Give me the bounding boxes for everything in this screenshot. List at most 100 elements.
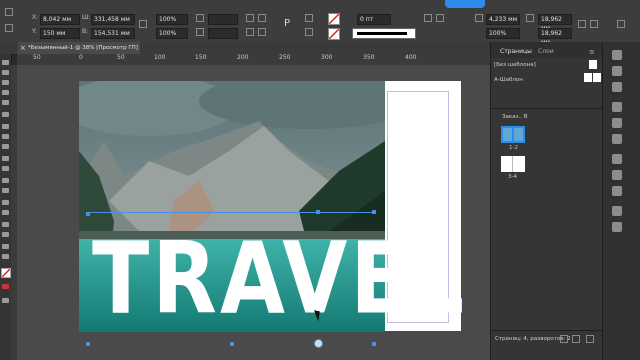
offset-field-1[interactable]: 4,233 мм <box>486 14 520 25</box>
gradient-panel-icon[interactable] <box>612 222 622 232</box>
free-transform-tool-icon[interactable] <box>2 188 9 193</box>
fill-swatch-icon[interactable] <box>328 13 340 25</box>
headline-travel[interactable]: TRAVEL <box>92 225 467 331</box>
a-master-thumb-left[interactable] <box>584 73 592 82</box>
edit-page-size-icon[interactable] <box>560 335 568 343</box>
shear-icon[interactable] <box>196 28 204 36</box>
share-button[interactable] <box>445 0 485 8</box>
align-icon[interactable] <box>590 20 598 28</box>
rotate-icon[interactable] <box>196 14 204 22</box>
ruler-tick: 250 <box>279 54 291 61</box>
text-wrap-icon[interactable] <box>526 14 534 22</box>
stroke-panel-icon[interactable] <box>612 102 622 112</box>
selection-handle[interactable] <box>230 342 234 346</box>
height-field[interactable]: 154,531 мм <box>91 28 135 39</box>
page-tool-icon[interactable] <box>2 80 9 85</box>
layers-panel-icon[interactable] <box>612 66 622 76</box>
paragraph-panel-icon[interactable] <box>612 170 622 180</box>
offset-field-3[interactable]: 18,962 мм <box>538 28 572 46</box>
a-master-label[interactable]: А-Шаблон <box>494 77 523 83</box>
spread-2-thumbnail[interactable] <box>501 156 525 172</box>
flip-horizontal-icon[interactable] <box>246 28 254 36</box>
apply-none-icon[interactable] <box>2 284 9 289</box>
document-tab[interactable]: × *Безымянный-1 @ 38% [Просмотр ГП] <box>18 42 140 54</box>
direct-selection-tool-icon[interactable] <box>2 70 9 75</box>
text-wrap-panel-icon[interactable] <box>612 186 622 196</box>
content-collector-icon[interactable] <box>2 100 9 105</box>
selection-tool-icon[interactable] <box>2 60 9 65</box>
tab-close-icon[interactable]: × <box>20 42 26 54</box>
selection-handle[interactable] <box>86 342 90 346</box>
panel-menu-icon[interactable] <box>617 20 625 28</box>
pen-tool-icon[interactable] <box>2 134 9 139</box>
spread-1-label: 1-2 <box>509 145 518 151</box>
fill-stroke-swatch-icon[interactable] <box>1 268 11 278</box>
rectangle-tool-icon[interactable] <box>2 166 9 171</box>
none-master-thumb[interactable] <box>589 60 597 69</box>
line-tool-icon[interactable] <box>2 124 9 129</box>
panel-divider <box>491 330 602 331</box>
new-page-icon[interactable] <box>572 335 580 343</box>
spread-1-thumbnail[interactable] <box>501 126 525 143</box>
zoom-tool-icon[interactable] <box>2 254 9 259</box>
effects-panel-icon[interactable] <box>612 206 622 216</box>
content-grabber-icon[interactable] <box>314 339 323 348</box>
pencil-tool-icon[interactable] <box>2 144 9 149</box>
rotate-ccw-icon[interactable] <box>258 14 266 22</box>
ruler-tick: 50 <box>117 54 125 61</box>
selection-handle[interactable] <box>372 210 376 214</box>
none-master-label[interactable]: [Без шаблона] <box>494 62 536 68</box>
gradient-tool-icon[interactable] <box>2 200 9 205</box>
constrain-proportions-icon[interactable] <box>139 20 147 28</box>
rotate-cw-icon[interactable] <box>246 14 254 22</box>
offset-field-2[interactable]: 18,962 мм <box>538 14 572 32</box>
type-tool-icon[interactable] <box>2 112 9 117</box>
zoom-percent-field[interactable]: 100% <box>486 28 520 39</box>
flip-vertical-icon[interactable] <box>258 28 266 36</box>
effects-icon[interactable] <box>436 14 444 22</box>
selection-handle[interactable] <box>316 210 320 214</box>
pages-panel <box>490 42 603 360</box>
screen-mode-icon[interactable] <box>2 298 9 303</box>
control-bar: X: 8,042 мм Y: 150 мм Ш: 331,458 мм В: 1… <box>0 0 640 46</box>
reference-point-grid-icon[interactable] <box>5 24 13 32</box>
y-label: Y: <box>32 28 37 35</box>
color-panel-icon[interactable] <box>612 134 622 144</box>
stroke-type-dropdown[interactable] <box>352 28 416 39</box>
tab-layers[interactable]: Слои <box>538 48 554 55</box>
delete-page-icon[interactable] <box>586 335 594 343</box>
scale-y-field[interactable]: 100% <box>156 28 188 39</box>
note-tool-icon[interactable] <box>2 222 9 227</box>
swatches-panel-icon[interactable] <box>612 118 622 128</box>
h-label: В: <box>82 28 89 35</box>
panel-menu-icon[interactable]: ≡ <box>589 48 595 56</box>
auto-fit-icon[interactable] <box>475 14 483 22</box>
pages-panel-icon[interactable] <box>612 50 622 60</box>
tab-pages[interactable]: Страницы <box>500 48 532 55</box>
eyedropper-tool-icon[interactable] <box>2 232 9 237</box>
drop-shadow-icon[interactable] <box>424 14 432 22</box>
width-field[interactable]: 331,458 мм <box>91 14 135 25</box>
selection-handle[interactable] <box>372 342 376 346</box>
selection-handle[interactable] <box>86 212 90 216</box>
stroke-weight-field[interactable]: 0 пт <box>357 14 391 25</box>
stroke-swatch-icon[interactable] <box>328 28 340 40</box>
select-content-icon[interactable] <box>305 28 313 36</box>
scale-x-field[interactable]: 100% <box>156 14 188 25</box>
frame-fitting-icon[interactable] <box>578 20 586 28</box>
a-master-thumb-right[interactable] <box>593 73 601 82</box>
select-container-icon[interactable] <box>305 14 313 22</box>
hand-tool-icon[interactable] <box>2 244 9 249</box>
y-position-field[interactable]: 150 мм <box>40 28 80 39</box>
gradient-feather-tool-icon[interactable] <box>2 210 9 215</box>
gap-tool-icon[interactable] <box>2 90 9 95</box>
rectangle-frame-tool-icon[interactable] <box>2 156 9 161</box>
rotation-field[interactable] <box>208 14 238 25</box>
document-title: *Безымянный-1 @ 38% [Просмотр ГП] <box>28 45 138 51</box>
shear-field[interactable] <box>208 28 238 39</box>
character-panel-icon[interactable] <box>612 154 622 164</box>
x-position-field[interactable]: 8,042 мм <box>40 14 80 25</box>
reference-point-icon[interactable] <box>5 8 13 16</box>
scissors-tool-icon[interactable] <box>2 178 9 183</box>
links-panel-icon[interactable] <box>612 82 622 92</box>
